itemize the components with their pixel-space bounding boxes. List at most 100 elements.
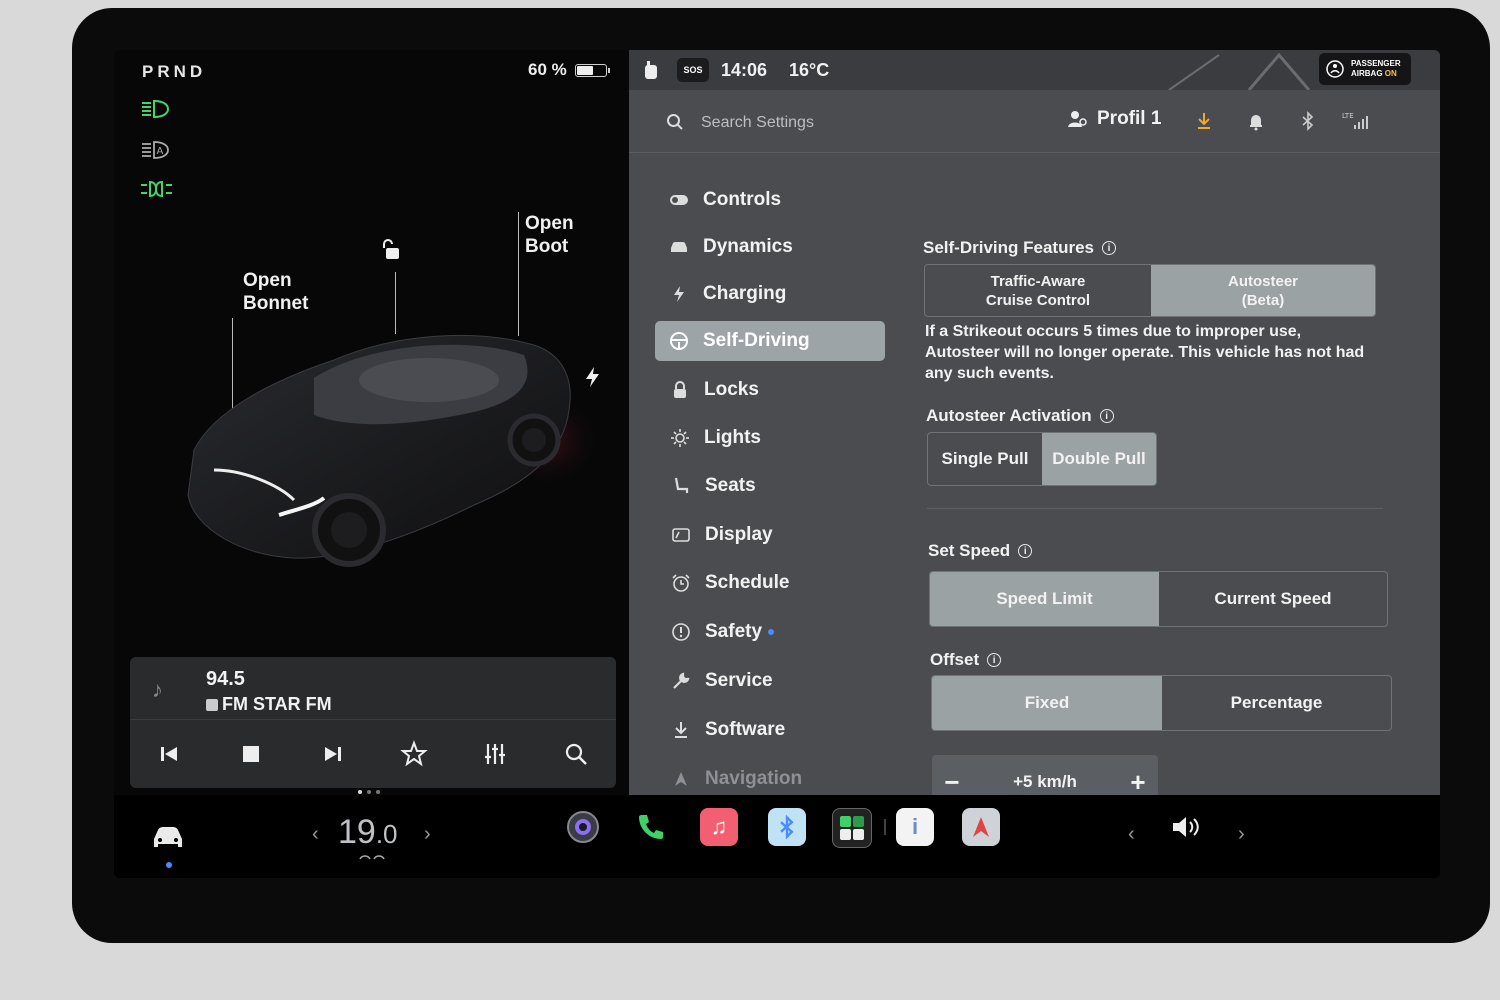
unlocked-icon[interactable] [380, 238, 404, 262]
autosteer-activation-selector: Single Pull Double Pull [927, 432, 1157, 486]
charge-port-icon[interactable] [584, 366, 602, 388]
set-speed-label: Set Speed [928, 541, 1011, 560]
media-controls [130, 719, 616, 788]
bluetooth-app-icon[interactable] [768, 808, 806, 846]
traffic-aware-cruise-control-option[interactable]: Traffic-Aware Cruise Control [925, 265, 1151, 316]
svg-text:A: A [157, 146, 164, 157]
percentage-option[interactable]: Percentage [1162, 676, 1391, 730]
nav-item-schedule[interactable]: Schedule [657, 563, 887, 603]
manual-app-icon[interactable]: i [896, 808, 934, 846]
dock-separator [884, 819, 886, 835]
stop-icon[interactable] [236, 739, 266, 769]
nav-item-dynamics[interactable]: Dynamics [655, 227, 885, 267]
nav-item-display[interactable]: Display [657, 515, 887, 555]
media-now-playing[interactable]: ♪ 94.5 FM STAR FM [130, 657, 616, 720]
nav-item-label: Safety [705, 621, 763, 642]
set-speed-selector: Speed Limit Current Speed [929, 571, 1388, 627]
temp-up-chevron[interactable]: › [424, 823, 431, 846]
autosteer-label-1: Autosteer [1227, 272, 1298, 290]
toggle-icon [667, 190, 691, 210]
increase-offset-button[interactable]: + [1118, 767, 1158, 798]
car-status-icon [645, 61, 657, 79]
next-track-icon[interactable] [318, 739, 348, 769]
decrease-offset-button[interactable]: − [932, 767, 972, 798]
nav-item-service[interactable]: Service [657, 661, 887, 701]
profile-button[interactable]: Profil 1 [1067, 108, 1161, 130]
battery-status: 60 % [528, 60, 610, 80]
info-icon[interactable]: i [987, 653, 1002, 667]
info-icon[interactable]: i [1099, 409, 1114, 423]
open-boot-button[interactable]: Open Boot [525, 212, 574, 258]
airbag-label: PASSENGER [1351, 59, 1401, 68]
nav-item-self-driving[interactable]: Self-Driving [655, 321, 885, 361]
profile-name: Profil 1 [1097, 108, 1162, 129]
nav-item-label: Dynamics [703, 236, 793, 257]
nav-item-label: Self-Driving [703, 330, 810, 351]
single-pull-option[interactable]: Single Pull [928, 433, 1042, 485]
fixed-option[interactable]: Fixed [932, 676, 1162, 730]
nav-item-label: Schedule [705, 572, 790, 593]
nav-item-navigation[interactable]: Navigation [657, 759, 887, 799]
airbag-icon [1326, 60, 1344, 78]
autosteer-beta-option[interactable]: Autosteer (Beta) [1151, 265, 1375, 316]
lock-icon [668, 380, 692, 400]
speed-limit-option[interactable]: Speed Limit [930, 572, 1159, 626]
self-driving-features-title: Self-Driving Features i [923, 238, 1116, 258]
nav-item-seats[interactable]: Seats [657, 466, 887, 506]
nav-item-label: Controls [703, 189, 782, 210]
self-driving-features-label: Self-Driving Features [923, 238, 1094, 257]
temp-down-chevron[interactable]: ‹ [312, 823, 319, 846]
steering-wheel-icon [667, 331, 691, 351]
info-icon[interactable]: i [1102, 241, 1116, 255]
auto-high-beam-icon: A [142, 141, 169, 159]
music-note-icon: ♪ [152, 677, 163, 702]
temp-decimal: .0 [375, 819, 398, 849]
info-icon[interactable]: i [1018, 544, 1033, 558]
settings-header: Profil 1 LTE [629, 90, 1440, 153]
double-pull-option[interactable]: Double Pull [1042, 433, 1156, 485]
volume-down-chevron[interactable]: ‹ [1128, 823, 1135, 846]
settings-panel: SOS 14:06 16°C PASSENGER AIRBAG ON Profi… [629, 50, 1440, 833]
battery-icon [574, 63, 610, 77]
offset-label: Offset [930, 650, 980, 669]
nav-item-locks[interactable]: Locks [656, 370, 886, 410]
music-app-icon[interactable]: ♫ [700, 808, 738, 846]
nav-item-software[interactable]: Software [657, 710, 887, 750]
bluetooth-icon[interactable] [1301, 111, 1315, 131]
volume-up-chevron[interactable]: › [1238, 823, 1245, 846]
car-controls-icon[interactable] [150, 823, 186, 851]
nav-item-label: Charging [703, 283, 787, 304]
seat-heater-icon[interactable] [358, 853, 388, 865]
nav-item-controls[interactable]: Controls [655, 180, 885, 220]
navigation-app-icon[interactable] [962, 808, 1000, 846]
nav-item-label: Service [705, 670, 773, 691]
nav-item-charging[interactable]: Charging [655, 274, 885, 314]
nav-item-label: Display [705, 524, 773, 545]
nav-item-safety[interactable]: Safety [657, 612, 887, 652]
app-launcher-icon[interactable] [832, 808, 872, 848]
autosteer-activation-label: Autosteer Activation [926, 406, 1092, 425]
notification-bell-icon[interactable] [1247, 111, 1265, 131]
equalizer-icon[interactable] [480, 739, 510, 769]
nav-item-lights[interactable]: Lights [656, 418, 886, 458]
open-bonnet-button[interactable]: Open Bonnet [243, 269, 308, 315]
media-player: ♪ 94.5 FM STAR FM [130, 657, 616, 788]
search-input[interactable] [699, 109, 923, 137]
temp-value: 19 [338, 813, 376, 851]
cabin-temperature[interactable]: 19.0 [338, 813, 398, 852]
alarm-clock-icon [669, 573, 693, 593]
open-bonnet-label-2: Bonnet [243, 293, 309, 314]
camera-app-icon[interactable] [564, 808, 602, 846]
favorite-star-icon[interactable] [399, 739, 429, 769]
sos-button[interactable]: SOS [677, 58, 709, 82]
phone-app-icon[interactable] [632, 808, 670, 846]
media-search-icon[interactable] [561, 739, 591, 769]
current-speed-option[interactable]: Current Speed [1159, 572, 1387, 626]
volume-icon[interactable] [1170, 813, 1206, 841]
tacc-label-2: Cruise Control [985, 291, 1091, 309]
nav-item-label: Navigation [705, 768, 803, 789]
airbag-label-2: AIRBAG [1351, 69, 1383, 78]
previous-track-icon[interactable] [154, 739, 184, 769]
outside-temperature: 16°C [789, 60, 830, 80]
download-update-icon[interactable] [1195, 111, 1213, 131]
